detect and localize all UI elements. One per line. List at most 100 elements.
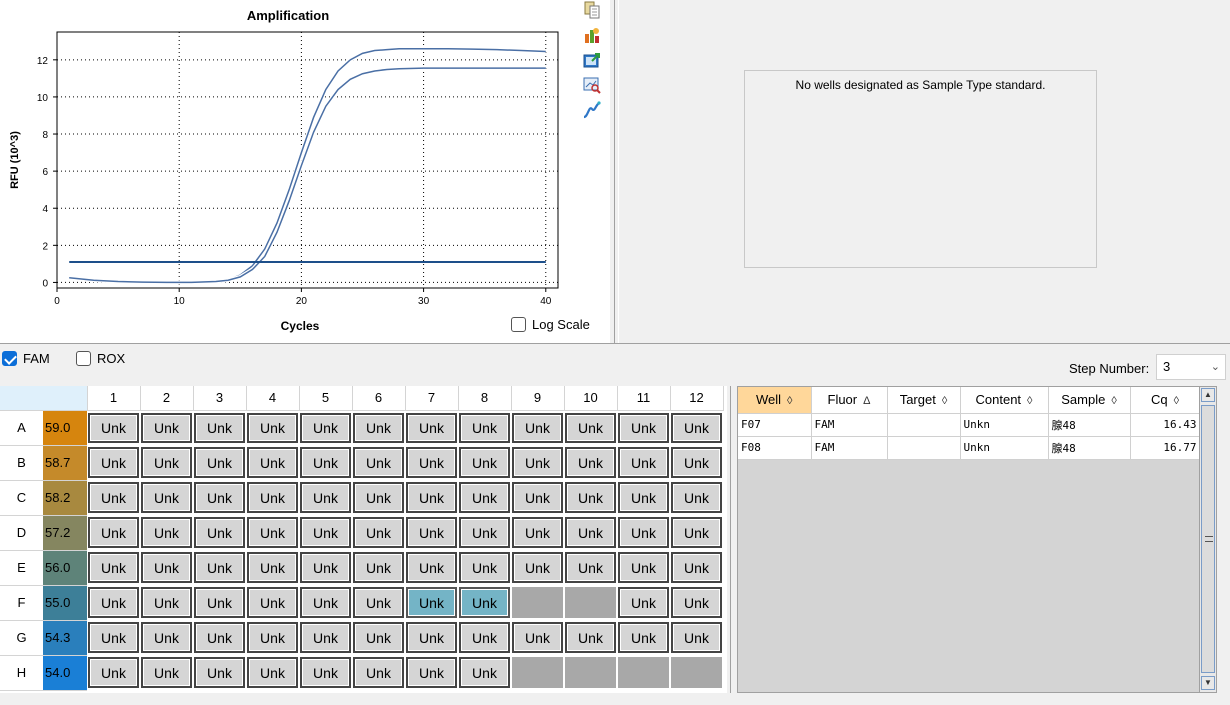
plate-well[interactable]: Unk [87, 445, 140, 480]
plate-column-header[interactable]: 11 [617, 386, 671, 411]
plate-well[interactable]: Unk [299, 480, 352, 515]
plate-well[interactable]: Unk [246, 515, 299, 550]
zoom-chart-icon[interactable] [582, 75, 602, 95]
plate-well[interactable]: Unk [405, 550, 458, 585]
plate-row-header[interactable]: H [0, 655, 43, 691]
plate-well[interactable]: Unk [511, 480, 564, 515]
plate-well[interactable]: Unk [617, 620, 670, 655]
plate-well[interactable]: Unk [140, 515, 193, 550]
plate-well[interactable]: Unk [564, 620, 617, 655]
plate-well[interactable]: Unk [564, 480, 617, 515]
plate-well[interactable]: Unk [193, 620, 246, 655]
plate-column-header[interactable]: 9 [511, 386, 565, 411]
plate-well[interactable]: Unk [140, 445, 193, 480]
plate-well[interactable]: Unk [193, 445, 246, 480]
plate-well[interactable]: Unk [193, 515, 246, 550]
results-column-header[interactable]: Cq ◊ [1130, 387, 1201, 414]
plate-well[interactable]: Unk [564, 410, 617, 445]
plate-well[interactable]: Unk [87, 550, 140, 585]
chart-settings-icon[interactable] [582, 25, 602, 45]
plate-column-header[interactable]: 5 [299, 386, 353, 411]
plate-well[interactable]: Unk [670, 410, 723, 445]
plate-well[interactable]: Unk [140, 410, 193, 445]
plate-well[interactable] [564, 585, 617, 620]
results-column-header[interactable]: Well ◊ [738, 387, 812, 414]
curve-fit-icon[interactable] [582, 100, 602, 120]
plate-well[interactable]: Unk [246, 410, 299, 445]
plate-well[interactable]: Unk [87, 480, 140, 515]
plate-well[interactable]: Unk [405, 585, 458, 620]
plate-column-header[interactable]: 8 [458, 386, 512, 411]
plate-well[interactable]: Unk [458, 550, 511, 585]
plate-column-header[interactable]: 7 [405, 386, 459, 411]
sort-icon[interactable]: ◊ [1174, 395, 1179, 407]
plate-column-header[interactable]: 4 [246, 386, 300, 411]
plate-well[interactable]: Unk [670, 550, 723, 585]
plate-well[interactable]: Unk [140, 480, 193, 515]
plate-well[interactable]: Unk [140, 620, 193, 655]
plate-well[interactable]: Unk [352, 655, 405, 690]
plate-well[interactable]: Unk [405, 445, 458, 480]
plate-column-header[interactable]: 2 [140, 386, 194, 411]
plate-well[interactable]: Unk [405, 410, 458, 445]
plate-well[interactable]: Unk [458, 515, 511, 550]
plate-well[interactable]: Unk [564, 515, 617, 550]
plate-well[interactable]: Unk [299, 585, 352, 620]
plate-well[interactable]: Unk [511, 620, 564, 655]
plate-well[interactable] [511, 585, 564, 620]
grid-splitter[interactable] [730, 386, 736, 693]
plate-well[interactable]: Unk [617, 410, 670, 445]
plate-well[interactable] [670, 655, 723, 690]
plate-well[interactable]: Unk [352, 410, 405, 445]
results-column-header[interactable]: Sample ◊ [1048, 387, 1131, 414]
plate-row-header[interactable]: F [0, 585, 43, 621]
plate-well[interactable]: Unk [670, 620, 723, 655]
plate-well[interactable]: Unk [405, 515, 458, 550]
plate-well[interactable]: Unk [617, 585, 670, 620]
fam-checkbox[interactable] [2, 351, 17, 366]
plate-well[interactable]: Unk [87, 620, 140, 655]
plate-well[interactable]: Unk [670, 585, 723, 620]
plate-row-header[interactable]: B [0, 445, 43, 481]
plate-well[interactable]: Unk [405, 620, 458, 655]
plate-well[interactable]: Unk [299, 620, 352, 655]
sort-icon[interactable]: ◊ [1027, 395, 1032, 407]
plate-well[interactable]: Unk [140, 655, 193, 690]
plate-well[interactable] [511, 655, 564, 690]
results-column-header[interactable]: Target ◊ [887, 387, 961, 414]
plate-well[interactable]: Unk [246, 480, 299, 515]
plate-column-header[interactable]: 10 [564, 386, 618, 411]
plate-row-header[interactable]: D [0, 515, 43, 551]
plate-well[interactable] [564, 655, 617, 690]
plate-well[interactable]: Unk [564, 445, 617, 480]
plate-well[interactable]: Unk [299, 550, 352, 585]
plate-well[interactable]: Unk [193, 480, 246, 515]
plate-well[interactable]: Unk [193, 655, 246, 690]
plate-well[interactable]: Unk [87, 655, 140, 690]
plate-well[interactable]: Unk [564, 550, 617, 585]
plate-well[interactable]: Unk [670, 515, 723, 550]
plate-column-header[interactable]: 6 [352, 386, 406, 411]
plate-well[interactable]: Unk [458, 585, 511, 620]
plate-well[interactable]: Unk [246, 620, 299, 655]
plate-well[interactable]: Unk [511, 410, 564, 445]
plate-well[interactable]: Unk [458, 410, 511, 445]
plate-well[interactable]: Unk [246, 445, 299, 480]
sort-icon[interactable]: ◊ [1111, 395, 1116, 407]
plate-well[interactable] [617, 655, 670, 690]
plate-well[interactable]: Unk [670, 445, 723, 480]
vertical-splitter[interactable] [614, 0, 619, 343]
copy-icon[interactable] [582, 0, 602, 20]
plate-corner[interactable] [0, 386, 88, 411]
table-row[interactable]: F08 FAM Unkn 腺48 16.77 [738, 436, 1201, 460]
results-scrollbar[interactable]: ▲ ▼ [1199, 386, 1217, 693]
table-row[interactable]: F07 FAM Unkn 腺48 16.43 [738, 413, 1201, 437]
export-icon[interactable] [582, 50, 602, 70]
sort-icon[interactable]: ◊ [787, 395, 792, 407]
plate-well[interactable]: Unk [405, 480, 458, 515]
plate-well[interactable]: Unk [87, 410, 140, 445]
plate-well[interactable]: Unk [352, 515, 405, 550]
plate-well[interactable]: Unk [458, 620, 511, 655]
rox-toggle[interactable]: ROX [76, 351, 125, 366]
plate-well[interactable]: Unk [617, 515, 670, 550]
